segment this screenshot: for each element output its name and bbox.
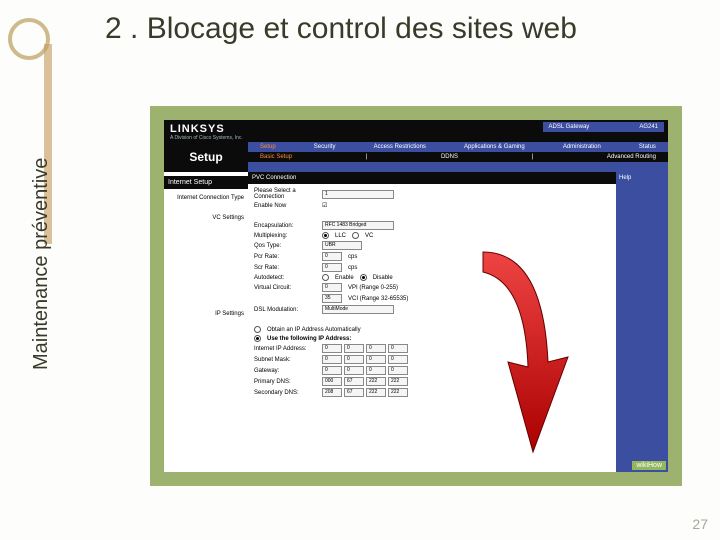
- subtab-advanced-routing[interactable]: Advanced Routing: [603, 154, 660, 160]
- encapsulation-dropdown[interactable]: RFC 1483 Bridged: [322, 221, 394, 230]
- multiplexing-llc-radio[interactable]: [322, 232, 329, 239]
- screenshot-frame: LINKSYS A Division of Cisco Systems, Inc…: [150, 106, 682, 486]
- subnet-label: Subnet Mask:: [254, 357, 316, 363]
- subtab-row: Basic Setup | DDNS | Advanced Routing: [248, 152, 668, 162]
- pdns-oct-4[interactable]: 222: [388, 377, 408, 386]
- subtab-ddns[interactable]: DDNS: [437, 154, 462, 160]
- help-sidebar: Help: [616, 172, 668, 472]
- pdns-oct-3[interactable]: 222: [366, 377, 386, 386]
- sidebar-category-label: Maintenance préventive: [30, 158, 53, 370]
- settings-panel: PVC Connection Please Select a Connectio…: [248, 172, 616, 472]
- left-ip-settings: IP Settings: [168, 311, 244, 317]
- scr-label: Scr Rate:: [254, 265, 316, 271]
- gw-oct-3[interactable]: 0: [366, 366, 386, 375]
- brand-subtitle: A Division of Cisco Systems, Inc.: [170, 135, 662, 141]
- subtab-sep1: |: [362, 154, 372, 160]
- vpi-input[interactable]: 0: [322, 283, 342, 292]
- gw-oct-4[interactable]: 0: [388, 366, 408, 375]
- internet-ip-label: Internet IP Address:: [254, 346, 316, 352]
- vci-range: VCI (Range 32-65535): [348, 296, 408, 302]
- sdns-oct-4[interactable]: 222: [388, 388, 408, 397]
- subnet-oct-3[interactable]: 0: [366, 355, 386, 364]
- subnet-oct-2[interactable]: 0: [344, 355, 364, 364]
- gw-oct-2[interactable]: 0: [344, 366, 364, 375]
- device-model: AG241: [639, 124, 658, 130]
- autodetect-enable-text: Enable: [335, 275, 354, 281]
- device-bar: ADSL Gateway AG241: [543, 122, 664, 132]
- enable-now-label: Enable Now: [254, 203, 316, 209]
- router-admin-screenshot: LINKSYS A Division of Cisco Systems, Inc…: [164, 120, 668, 472]
- slide-page-number: 27: [692, 516, 708, 532]
- subnet-oct-4[interactable]: 0: [388, 355, 408, 364]
- left-sidebar: Internet Setup Internet Connection Type …: [164, 172, 248, 472]
- gw-oct-1[interactable]: 0: [322, 366, 342, 375]
- vci-label: Virtual Circuit:: [254, 285, 316, 291]
- dsl-mod-label: DSL Modulation:: [254, 307, 316, 313]
- use-following-label: Use the following IP Address:: [267, 336, 351, 342]
- encapsulation-label: Encapsulation:: [254, 223, 316, 229]
- pvc-connection-header: PVC Connection: [248, 172, 616, 184]
- autodetect-disable-text: Disable: [373, 275, 393, 281]
- ip-oct-1[interactable]: 0: [322, 344, 342, 353]
- subtab-basic-setup[interactable]: Basic Setup: [256, 154, 296, 160]
- scr-input[interactable]: 0: [322, 263, 342, 272]
- sdns-oct-1[interactable]: 208: [322, 388, 342, 397]
- autodetect-disable-radio[interactable]: [360, 274, 367, 281]
- tab-security[interactable]: Security: [310, 144, 340, 150]
- use-following-radio[interactable]: [254, 335, 261, 342]
- wikihow-watermark: wikiHow: [632, 461, 666, 470]
- select-conn-dropdown[interactable]: 1: [322, 190, 394, 199]
- vpi-range: VPI (Range 0-255): [348, 285, 398, 291]
- pcr-input[interactable]: 0: [322, 252, 342, 261]
- pcr-unit: cps: [348, 254, 357, 260]
- tab-row: Setup Security Access Restrictions Appli…: [248, 142, 668, 152]
- tab-access-restrictions[interactable]: Access Restrictions: [370, 144, 430, 150]
- multiplexing-vc-radio[interactable]: [352, 232, 359, 239]
- tab-status[interactable]: Status: [635, 144, 660, 150]
- autodetect-enable-radio[interactable]: [322, 274, 329, 281]
- left-internet-setup: Internet Setup: [164, 176, 248, 189]
- ip-oct-3[interactable]: 0: [366, 344, 386, 353]
- tab-applications-gaming[interactable]: Applications & Gaming: [460, 144, 529, 150]
- gateway-label: Gateway:: [254, 368, 316, 374]
- left-vc-settings: VC Settings: [168, 215, 244, 221]
- subnet-oct-1[interactable]: 0: [322, 355, 342, 364]
- slide-title: 2 . Blocage et control des sites web: [105, 12, 665, 47]
- obtain-ip-label: Obtain an IP Address Automatically: [267, 327, 361, 333]
- vci-input[interactable]: 35: [322, 294, 342, 303]
- pdns-oct-2[interactable]: 67: [344, 377, 364, 386]
- section-label: Setup: [164, 142, 248, 172]
- multiplexing-llc-text: LLC: [335, 233, 346, 239]
- autodetect-label: Autodetect:: [254, 275, 316, 281]
- device-name: ADSL Gateway: [549, 124, 590, 130]
- qos-type-label: Qos Type:: [254, 243, 316, 249]
- multiplexing-vc-text: VC: [365, 233, 373, 239]
- ip-oct-2[interactable]: 0: [344, 344, 364, 353]
- pdns-oct-1[interactable]: 000: [322, 377, 342, 386]
- sdns-oct-3[interactable]: 222: [366, 388, 386, 397]
- main-nav: Setup Setup Security Access Restrictions…: [164, 142, 668, 172]
- dsl-mod-dropdown[interactable]: MultiMode: [322, 305, 394, 314]
- scr-unit: cps: [348, 265, 357, 271]
- select-conn-label: Please Select a Connection: [254, 188, 316, 200]
- tab-administration[interactable]: Administration: [559, 144, 605, 150]
- sdns-oct-2[interactable]: 67: [344, 388, 364, 397]
- help-link[interactable]: Help: [619, 175, 665, 181]
- router-header: LINKSYS A Division of Cisco Systems, Inc…: [164, 120, 668, 142]
- sdns-label: Secondary DNS:: [254, 390, 316, 396]
- subtab-sep2: |: [528, 154, 538, 160]
- pcr-label: Pcr Rate:: [254, 254, 316, 260]
- qos-type-dropdown[interactable]: UBR: [322, 241, 362, 250]
- left-conn-type: Internet Connection Type: [168, 195, 244, 201]
- tab-setup[interactable]: Setup: [256, 144, 280, 150]
- pdns-label: Primary DNS:: [254, 379, 316, 385]
- enable-now-checkbox[interactable]: ☑: [322, 202, 327, 209]
- ip-oct-4[interactable]: 0: [388, 344, 408, 353]
- obtain-ip-radio[interactable]: [254, 326, 261, 333]
- multiplexing-label: Multiplexing:: [254, 233, 316, 239]
